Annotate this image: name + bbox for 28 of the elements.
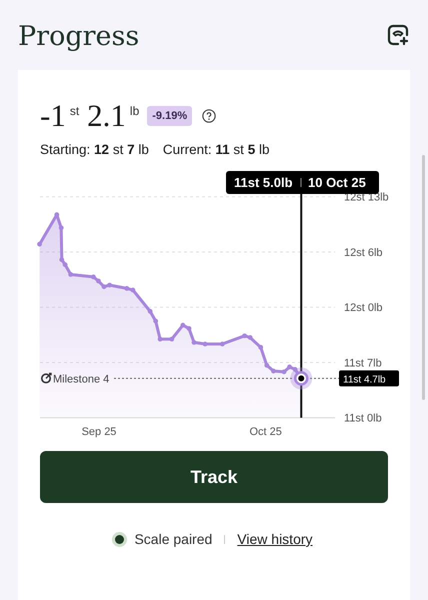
scrollbar[interactable] xyxy=(422,155,425,400)
page-title: Progress xyxy=(18,20,140,52)
milestone-label: Milestone 4 xyxy=(53,373,110,386)
status-dot xyxy=(115,534,124,544)
y-axis-label: 11st 0lb xyxy=(344,412,382,425)
pound-unit: lb xyxy=(130,104,140,118)
stone-unit: st xyxy=(70,104,80,118)
percent-badge: -9.19% xyxy=(147,106,192,126)
current-weight: Current: 11 st 5 lb xyxy=(162,142,270,157)
change-stones: -1 xyxy=(40,98,66,134)
scale-add-icon[interactable] xyxy=(386,23,410,47)
y-axis-label: 11st 7lb xyxy=(344,357,382,370)
change-pounds: 2.1 xyxy=(87,98,126,134)
milestone-value-tag xyxy=(339,370,399,386)
y-axis-label: 12st 6lb xyxy=(344,246,383,259)
milestone-icon xyxy=(41,372,52,384)
milestone-value: 11st 4.7lb xyxy=(343,374,386,386)
track-button[interactable]: Track xyxy=(40,451,388,503)
tooltip-date: 10 Oct 25 xyxy=(308,175,366,190)
scale-status: Scale paired xyxy=(134,531,212,547)
x-axis-label: Sep 25 xyxy=(82,426,116,438)
help-icon[interactable] xyxy=(202,109,216,123)
x-axis-label: Oct 25 xyxy=(249,426,282,438)
starting-weight: Starting: 12 st 7 lb xyxy=(40,142,149,157)
selected-point xyxy=(290,367,312,390)
view-history-link[interactable]: View history xyxy=(237,531,313,547)
y-axis-label: 12st 0lb xyxy=(344,302,383,314)
tooltip-weight: 11st 5.0lb xyxy=(234,175,293,190)
